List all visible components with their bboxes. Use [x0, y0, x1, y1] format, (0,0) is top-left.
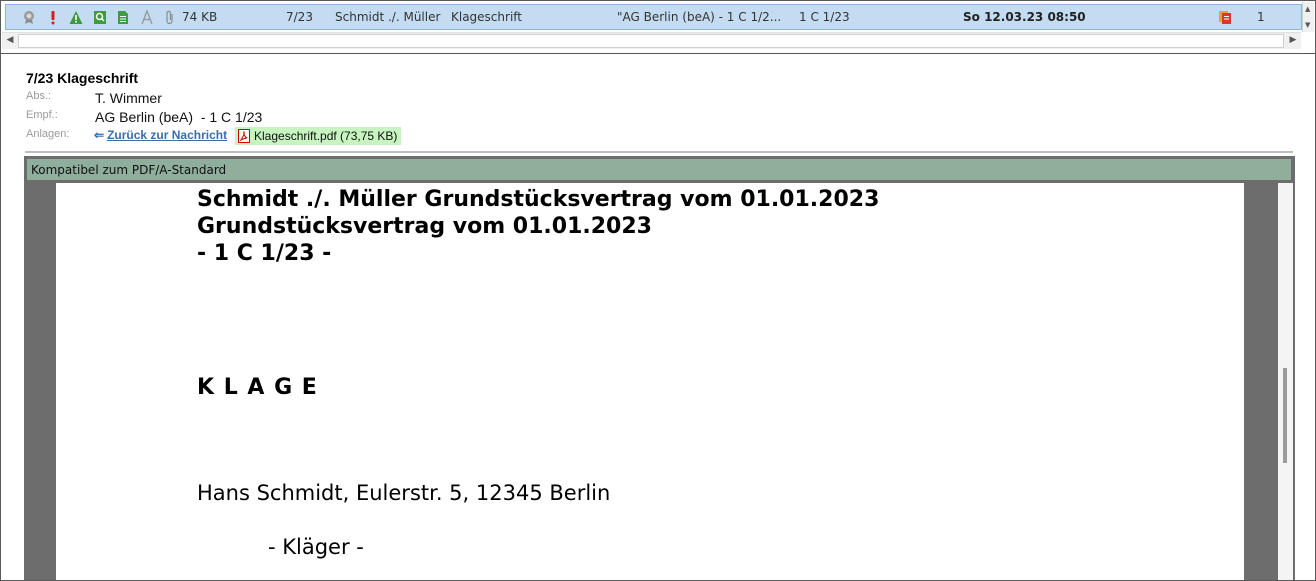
message-size: 74 KB [182, 10, 218, 24]
warning-icon [69, 11, 83, 24]
document-party-role: - Kläger - [268, 535, 364, 559]
message-number: 7/23 [286, 10, 313, 24]
attachment-chip[interactable]: Klageschrift.pdf (73,75 KB) [235, 127, 402, 145]
pane-splitter[interactable] [1, 53, 1315, 56]
priority-icon [51, 11, 55, 25]
message-recipient: "AG Berlin (beA) - 1 C 1/2... [617, 10, 782, 24]
message-parties: Schmidt ./. Müller [335, 10, 441, 24]
scroll-down-arrow-icon[interactable]: ▼ [1305, 21, 1310, 29]
document-heading-line-2: Grundstücksvertrag vom 01.01.2023 [197, 214, 652, 239]
pdfa-notice-bar: Kompatibel zum PDF/A-Standard [27, 159, 1291, 180]
pdf-file-icon [238, 129, 250, 143]
pdf-page: Schmidt ./. Müller Grundstücksvertrag vo… [56, 183, 1244, 580]
pdf-viewer[interactable]: Kompatibel zum PDF/A-Standard Schmidt ./… [24, 156, 1295, 580]
arrow-left-icon: ⇐ [94, 128, 105, 142]
scroll-left-arrow-icon[interactable]: ◀ [3, 35, 17, 45]
document-icon[interactable] [116, 10, 130, 25]
message-datetime: So 12.03.23 08:50 [963, 10, 1086, 24]
attachments-label: Anlagen: [26, 128, 70, 140]
sender-value: T. Wimmer [95, 90, 162, 106]
scroll-up-arrow-icon[interactable]: ▲ [1305, 5, 1310, 13]
font-icon [141, 10, 153, 25]
message-case-ref: 1 C 1/23 [799, 10, 850, 24]
seal-icon [24, 11, 34, 24]
message-list-row[interactable]: 74 KB 7/23 Schmidt ./. Müller Klageschri… [5, 4, 1302, 30]
message-count: 1 [1257, 10, 1265, 24]
sender-label: Abs.: [26, 90, 52, 102]
attachment-filename: Klageschrift.pdf (73,75 KB) [254, 129, 398, 143]
document-case-number: - 1 C 1/23 - [197, 241, 332, 266]
paperclip-icon [166, 10, 173, 25]
scroll-right-arrow-icon[interactable]: ▶ [1286, 35, 1300, 45]
back-to-message-link[interactable]: ⇐ Zurück zur Nachricht [94, 128, 227, 142]
message-doc-type: Klageschrift [451, 10, 522, 24]
back-link-label: Zurück zur Nachricht [107, 128, 228, 142]
document-party: Hans Schmidt, Eulerstr. 5, 12345 Berlin [197, 481, 611, 505]
document-heading-line-1: Schmidt ./. Müller Grundstücksvertrag vo… [197, 187, 880, 212]
list-horizontal-scrollbar[interactable]: ◀ ▶ [2, 32, 1301, 49]
message-subject: 7/23 Klageschrift [26, 70, 139, 86]
document-title: K L A G E [197, 375, 318, 400]
pdf-vertical-scrollbar[interactable] [1278, 183, 1293, 580]
mail-viewer-window: 74 KB 7/23 Schmidt ./. Müller Klageschri… [0, 0, 1316, 581]
recipient-label: Empf.: [26, 109, 58, 121]
preview-search-icon[interactable] [93, 10, 107, 25]
horizontal-scroll-thumb[interactable] [18, 34, 1284, 48]
header-divider [25, 151, 1293, 153]
stacked-documents-icon [1219, 11, 1231, 24]
recipient-value: AG Berlin (beA) - 1 C 1/23 [95, 109, 263, 125]
list-vertical-scrollbar[interactable]: ▲ ▼ [1302, 2, 1314, 32]
pdf-scroll-thumb[interactable] [1283, 368, 1287, 463]
